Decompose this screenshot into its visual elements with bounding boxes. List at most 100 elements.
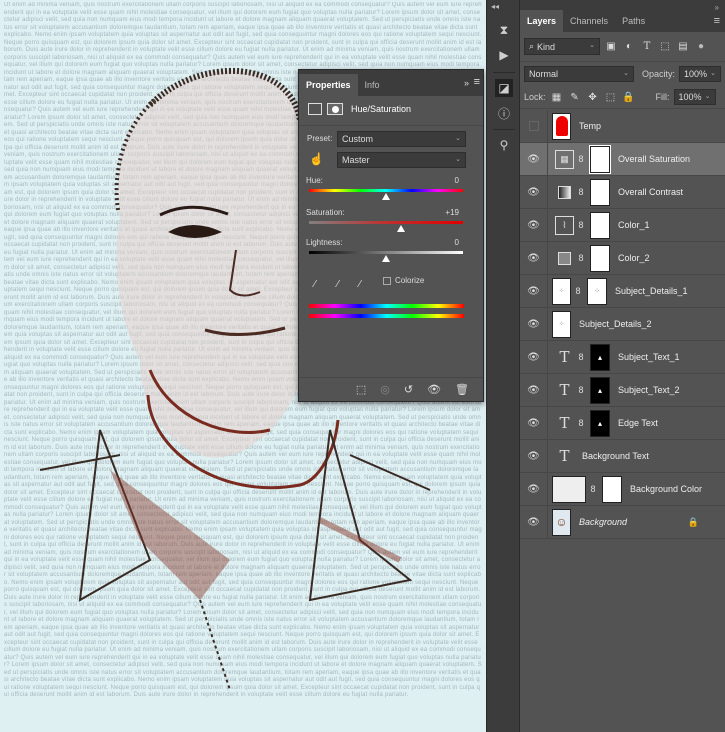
collapse-icon[interactable]: »: [715, 3, 719, 12]
link-chain-icon[interactable]: 8: [576, 187, 586, 197]
visibility-eye-icon[interactable]: 👁: [520, 274, 548, 308]
layer-row[interactable]: 👁 T 8 ▴ Subject_Text_2: [520, 373, 725, 407]
actions-play-icon[interactable]: ▶: [495, 46, 513, 64]
targeted-adjustment-icon[interactable]: ☝: [309, 152, 324, 166]
layer-row[interactable]: 👁 8 Overall Contrast: [520, 175, 725, 209]
layer-name[interactable]: Subject_Details_2: [579, 319, 652, 329]
layer-mask-thumbnail[interactable]: [602, 475, 622, 503]
layer-name[interactable]: Background Color: [630, 484, 702, 494]
visibility-eye-icon[interactable]: [520, 109, 548, 143]
link-chain-icon[interactable]: 8: [588, 484, 598, 494]
layer-mask-thumbnail[interactable]: ▴: [590, 409, 610, 437]
clip-to-layer-icon[interactable]: ⬚: [356, 383, 366, 396]
layer-mask-thumbnail[interactable]: ▴: [590, 376, 610, 404]
layer-mask-thumbnail[interactable]: [590, 244, 610, 272]
collapse-icon[interactable]: »: [464, 78, 469, 88]
eyedropper-subtract-icon[interactable]: ⁄: [354, 279, 366, 291]
link-chain-icon[interactable]: 8: [576, 220, 586, 230]
tab-properties[interactable]: Properties: [299, 74, 358, 96]
layer-row[interactable]: 👁 ⁘ 8 ⁘ Subject_Details_1: [520, 274, 725, 308]
adjustment-icon[interactable]: [308, 103, 322, 115]
panel-menu-icon[interactable]: ≡: [474, 76, 480, 88]
visibility-eye-icon[interactable]: 👁: [520, 439, 548, 473]
tab-paths[interactable]: Paths: [615, 10, 652, 32]
hue-slider-track[interactable]: [309, 189, 463, 192]
layer-row[interactable]: 👁 8 Color_2: [520, 241, 725, 275]
reset-icon[interactable]: ↺: [404, 383, 413, 396]
layer-mask-thumbnail[interactable]: ⁘: [587, 277, 607, 305]
lightness-slider-track[interactable]: [309, 251, 463, 254]
eyedropper-add-icon[interactable]: ⁄: [332, 279, 344, 291]
filter-smart-object-icon[interactable]: ▤: [676, 40, 690, 54]
lock-position-icon[interactable]: ✥: [586, 90, 600, 104]
layer-row[interactable]: 👁 8 Background Color: [520, 472, 725, 506]
layer-comps-icon[interactable]: ⚲: [495, 136, 513, 154]
tab-layers[interactable]: Layers: [520, 10, 564, 32]
channel-dropdown[interactable]: Master ⌄: [337, 152, 466, 168]
layer-row[interactable]: 👁 ⁘ Subject_Details_2: [520, 307, 725, 341]
visibility-eye-icon[interactable]: 👁: [520, 208, 548, 242]
visibility-eye-icon[interactable]: 👁: [520, 340, 548, 374]
opacity-input[interactable]: 100% ⌄: [679, 66, 721, 82]
filter-shape-icon[interactable]: ⬚: [658, 40, 672, 54]
link-chain-icon[interactable]: 8: [576, 253, 586, 263]
link-chain-icon[interactable]: 8: [573, 286, 583, 296]
fill-input[interactable]: 100% ⌄: [673, 89, 716, 105]
filter-type-icon[interactable]: T: [640, 40, 654, 54]
layer-row[interactable]: 👁 ▦ 8 Overall Saturation: [520, 142, 725, 176]
layer-row[interactable]: 👁 ⌇ 8 Color_1: [520, 208, 725, 242]
link-chain-icon[interactable]: 8: [576, 352, 586, 362]
tab-info[interactable]: Info: [358, 74, 387, 96]
visibility-eye-icon[interactable]: 👁: [520, 175, 548, 209]
lock-transparent-icon[interactable]: ▦: [550, 90, 564, 104]
visibility-eye-icon[interactable]: 👁: [520, 406, 548, 440]
layer-row[interactable]: Temp: [520, 109, 725, 143]
layer-name[interactable]: Edge Text: [618, 418, 658, 428]
layer-name[interactable]: Subject_Text_2: [618, 385, 680, 395]
saturation-slider-handle[interactable]: [396, 225, 405, 232]
link-chain-icon[interactable]: 8: [576, 154, 586, 164]
hue-slider-handle[interactable]: [382, 193, 390, 200]
collapse-arrows-icon[interactable]: ◂◂: [491, 2, 499, 11]
adjustments-icon[interactable]: ◪: [495, 79, 513, 97]
layer-mask-thumbnail[interactable]: [590, 178, 610, 206]
layer-mask-thumbnail[interactable]: [589, 144, 611, 174]
layer-name[interactable]: Overall Saturation: [618, 154, 690, 164]
eyedropper-icon[interactable]: ⁄: [309, 279, 321, 291]
lock-all-icon[interactable]: 🔒: [622, 90, 636, 104]
layer-name[interactable]: Subject_Text_1: [618, 352, 680, 362]
filter-kind-dropdown[interactable]: ⌕ Kind ⌄: [524, 38, 600, 55]
lightness-slider-handle[interactable]: [382, 255, 390, 262]
visibility-eye-icon[interactable]: 👁: [520, 505, 548, 539]
visibility-eye-icon[interactable]: 👁: [520, 307, 548, 341]
layer-thumbnail[interactable]: ☺: [552, 508, 571, 536]
visibility-eye-icon[interactable]: 👁: [520, 373, 548, 407]
layer-name[interactable]: Background: [579, 517, 627, 527]
panel-menu-icon[interactable]: ≡: [714, 15, 720, 27]
layer-row[interactable]: 👁 ☺ Background 🔒: [520, 505, 725, 539]
blend-mode-dropdown[interactable]: Normal ⌄: [524, 66, 634, 82]
visibility-eye-icon[interactable]: 👁: [520, 142, 548, 176]
lock-artboard-icon[interactable]: ⬚: [604, 90, 618, 104]
mask-icon[interactable]: [327, 103, 343, 115]
link-chain-icon[interactable]: 8: [576, 385, 586, 395]
layer-row[interactable]: 👁 T 8 ▴ Subject_Text_1: [520, 340, 725, 374]
layer-name[interactable]: Subject_Details_1: [615, 286, 688, 296]
filter-toggle-icon[interactable]: ●: [694, 40, 708, 54]
layer-mask-thumbnail[interactable]: [590, 211, 610, 239]
visibility-eye-icon[interactable]: 👁: [427, 383, 441, 396]
info-icon[interactable]: ⓘ: [495, 104, 513, 122]
history-icon[interactable]: ⧗: [495, 21, 513, 39]
layer-mask-thumbnail[interactable]: ▴: [590, 343, 610, 371]
colorize-checkbox[interactable]: [383, 277, 391, 285]
tab-channels[interactable]: Channels: [563, 10, 615, 32]
layer-name[interactable]: Color_2: [618, 253, 650, 263]
filter-pixel-icon[interactable]: ▣: [604, 40, 618, 54]
visibility-eye-icon[interactable]: 👁: [520, 241, 548, 275]
layer-thumbnail[interactable]: ⁘: [552, 277, 571, 305]
fill-color-thumbnail[interactable]: [552, 475, 586, 503]
layer-name[interactable]: Temp: [579, 121, 601, 131]
preset-dropdown[interactable]: Custom ⌄: [337, 131, 466, 147]
link-chain-icon[interactable]: 8: [576, 418, 586, 428]
layer-name[interactable]: Background Text: [582, 451, 649, 461]
